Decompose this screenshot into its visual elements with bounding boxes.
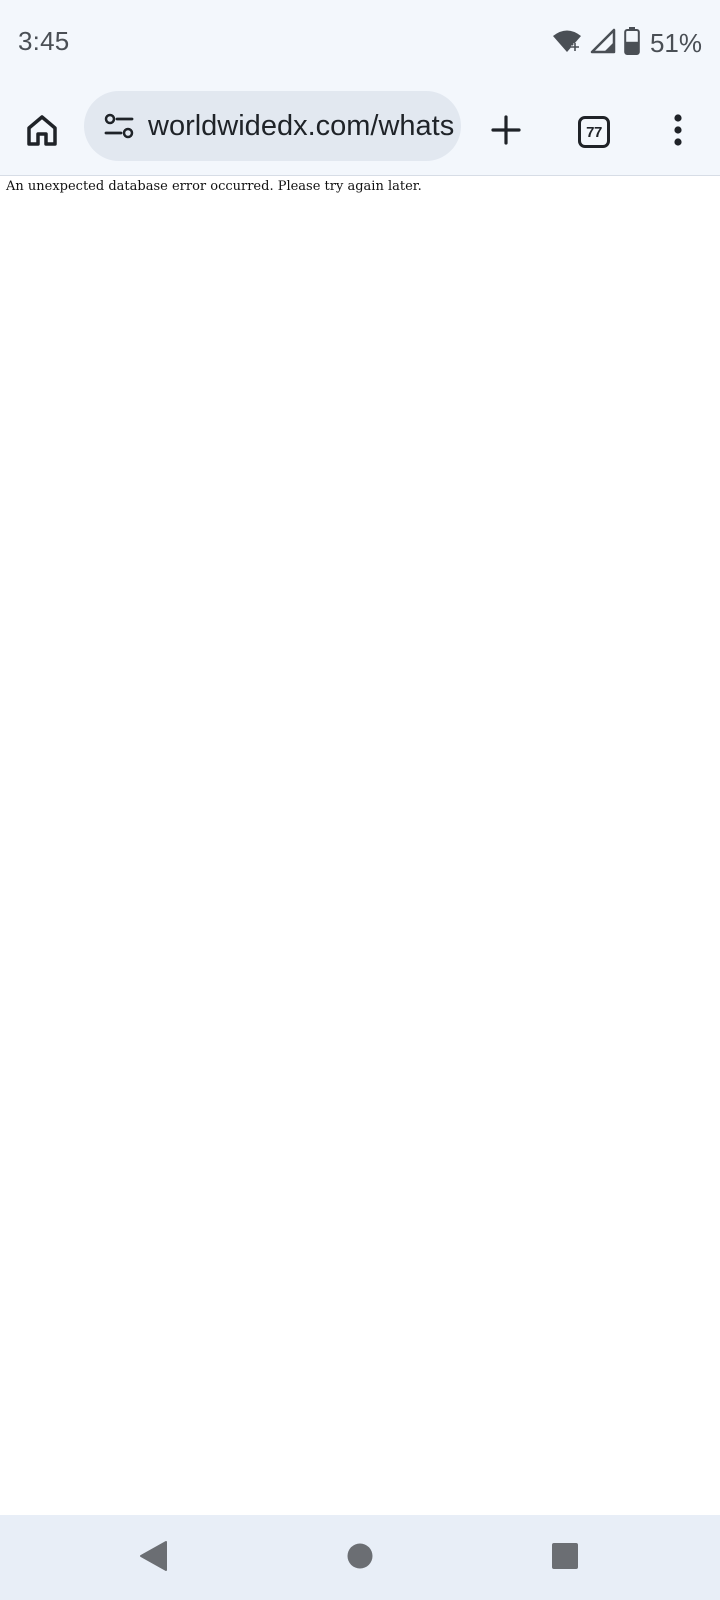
battery-icon (624, 27, 640, 59)
recents-icon (551, 1542, 579, 1574)
tab-count: 77 (586, 123, 602, 141)
tune-icon[interactable] (90, 91, 148, 161)
page-content: An unexpected database error occurred. P… (0, 177, 720, 1515)
status-time: 3:45 (18, 26, 70, 56)
tab-switcher-icon: 77 (578, 116, 610, 148)
home-icon (25, 113, 59, 151)
back-icon (138, 1540, 168, 1576)
tab-switcher-button[interactable]: 77 (562, 88, 626, 176)
back-button[interactable] (108, 1515, 198, 1600)
url-text: worldwidedx.com/whats (148, 109, 455, 142)
more-options-button[interactable] (646, 88, 710, 176)
plus-icon (491, 115, 521, 149)
battery-percent: 51% (649, 27, 702, 58)
error-message: An unexpected database error occurred. P… (6, 179, 422, 194)
home-nav-button[interactable] (315, 1515, 405, 1600)
home-button[interactable] (10, 88, 74, 176)
status-icons: 51% (552, 26, 702, 60)
home-circle-icon (346, 1542, 374, 1574)
more-vert-icon (672, 113, 684, 151)
address-bar[interactable]: worldwidedx.com/whats (84, 91, 461, 161)
wifi-icon (552, 27, 582, 59)
system-nav-bar (0, 1515, 720, 1600)
status-bar: 3:45 51% (0, 0, 720, 88)
recents-button[interactable] (520, 1515, 610, 1600)
new-tab-button[interactable] (474, 88, 538, 176)
cell-signal-icon (590, 28, 616, 58)
browser-toolbar: worldwidedx.com/whats 77 (0, 88, 720, 176)
